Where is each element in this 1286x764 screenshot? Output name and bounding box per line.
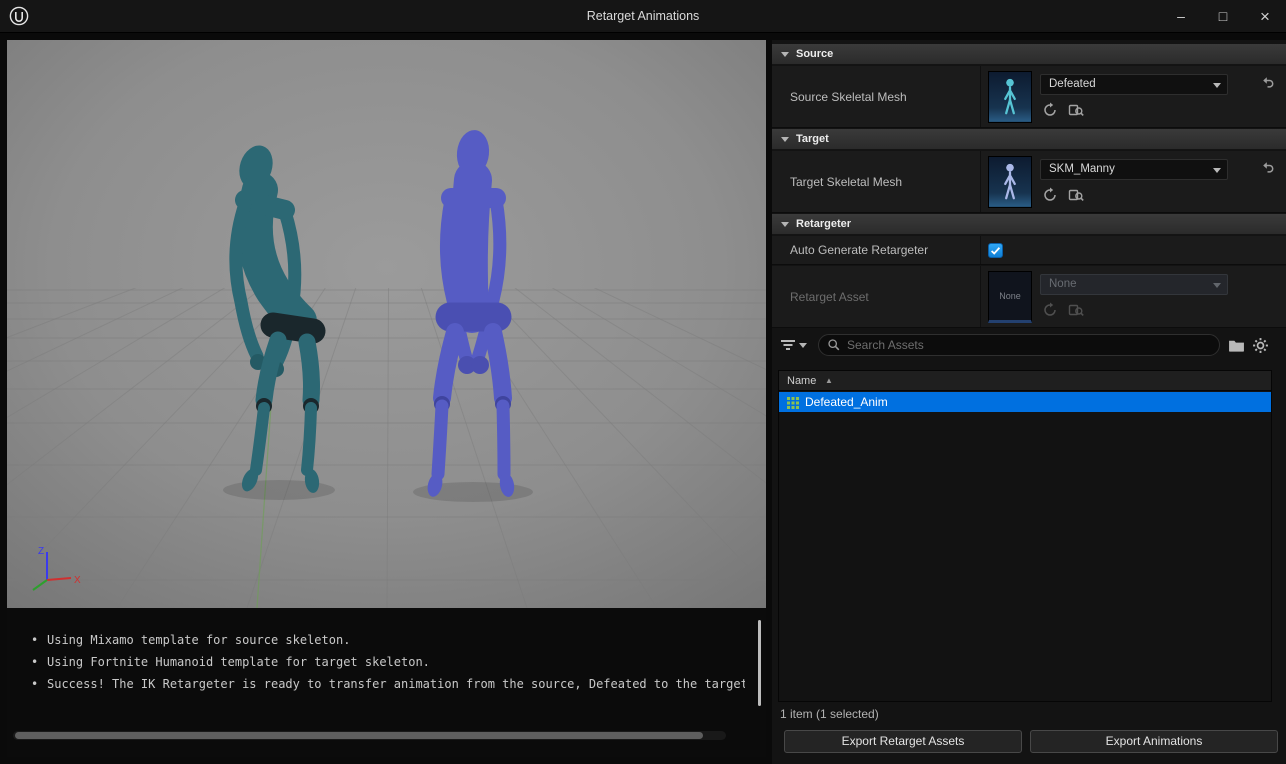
target-mesh-dropdown[interactable]: SKM_Manny [1040,159,1228,180]
section-header-retargeter[interactable]: Retargeter [772,214,1286,235]
section-title: Source [796,44,833,65]
column-divider [980,266,981,327]
bullet-icon [31,633,38,647]
column-divider [980,151,981,212]
retarget-asset-dropdown: None [1040,274,1228,295]
window-title: Retarget Animations [0,0,1286,33]
search-assets-input[interactable] [818,334,1220,356]
revert-to-default-icon[interactable] [1260,74,1276,90]
log-vertical-scrollbar[interactable] [758,620,761,706]
use-selected-asset-icon [1042,302,1058,318]
anim-sequence-icon [787,396,799,408]
use-selected-asset-icon[interactable] [1042,102,1058,118]
sort-ascending-icon: ▲ [825,371,833,391]
target-mesh-row: Target Skeletal Mesh SKM_Manny [772,151,1286,213]
section-header-source[interactable]: Source [772,44,1286,65]
minimize-button[interactable]: – [1160,0,1202,33]
source-mesh-dropdown[interactable]: Defeated [1040,74,1228,95]
name-column-header[interactable]: Name ▲ [779,371,1271,391]
section-title: Retargeter [796,214,851,235]
asset-name: Defeated_Anim [805,392,888,412]
target-mesh-dropdown-value: SKM_Manny [1049,160,1115,179]
retarget-asset-dropdown-value: None [1049,275,1077,294]
log-message: Using Mixamo template for source skeleto… [47,633,350,647]
preview-viewport[interactable]: Z X [7,40,766,608]
source-mesh-label: Source Skeletal Mesh [790,66,907,127]
collapse-arrow-icon [781,52,789,57]
retarget-asset-thumbnail: None [988,271,1032,323]
bullet-icon [31,655,38,669]
export-animations-button[interactable]: Export Animations [1030,730,1278,753]
column-divider [980,236,981,264]
source-mesh-thumbnail[interactable] [988,71,1032,123]
close-button[interactable]: × [1244,0,1286,33]
collapse-arrow-icon [781,222,789,227]
chevron-down-icon [1213,168,1221,173]
asset-browser-toolbar [772,328,1286,364]
gear-icon[interactable] [1252,337,1269,354]
folder-icon[interactable] [1228,337,1245,354]
titlebar[interactable]: Retarget Animations – □ × [0,0,1286,33]
filter-chevron-down-icon[interactable] [799,343,807,348]
log-horizontal-scrollbar[interactable] [13,731,726,740]
check-icon [989,244,1002,257]
section-title: Target [796,129,829,150]
browse-to-asset-icon[interactable] [1068,102,1084,118]
filter-icon[interactable] [780,337,796,353]
use-selected-asset-icon[interactable] [1042,187,1058,203]
chevron-down-icon [1213,283,1221,288]
viewport-3d-scene[interactable]: Z X [7,40,766,608]
retarget-animations-window: Retarget Animations – □ × [0,0,1286,764]
details-panel: Source Source Skeletal Mesh Defeated [772,40,1286,764]
asset-list-item[interactable]: Defeated_Anim [779,392,1271,412]
asset-list: Name ▲ Defeated_Anim [778,370,1272,702]
retarget-asset-row: Retarget Asset None None [772,266,1286,328]
column-divider [980,66,981,127]
axis-x-label: X [74,575,81,586]
output-log-panel: Using Mixamo template for source skeleto… [7,608,766,757]
export-retarget-assets-button[interactable]: Export Retarget Assets [784,730,1022,753]
log-message: Using Fortnite Humanoid template for tar… [47,655,430,669]
log-message: Success! The IK Retargeter is ready to t… [47,677,745,691]
bullet-icon [31,677,38,691]
browse-to-asset-icon[interactable] [1068,187,1084,203]
auto-generate-row: Auto Generate Retargeter [772,236,1286,265]
auto-generate-checkbox[interactable] [988,243,1003,258]
target-mesh-label: Target Skeletal Mesh [790,151,902,212]
retarget-asset-label: Retarget Asset [790,266,869,327]
name-column-label: Name [787,371,816,391]
browse-to-asset-icon [1068,302,1084,318]
source-mesh-dropdown-value: Defeated [1049,75,1096,94]
source-mesh-row: Source Skeletal Mesh Defeated [772,66,1286,128]
chevron-down-icon [1213,83,1221,88]
selection-status-text: 1 item (1 selected) [780,707,879,721]
revert-to-default-icon[interactable] [1260,159,1276,175]
section-header-target[interactable]: Target [772,129,1286,150]
axis-z-label: Z [38,546,44,557]
log-horizontal-scrollbar-thumb[interactable] [15,732,703,739]
maximize-button[interactable]: □ [1202,0,1244,33]
window-controls: – □ × [1160,0,1286,33]
collapse-arrow-icon [781,137,789,142]
auto-generate-label: Auto Generate Retargeter [790,236,928,264]
target-mesh-thumbnail[interactable] [988,156,1032,208]
